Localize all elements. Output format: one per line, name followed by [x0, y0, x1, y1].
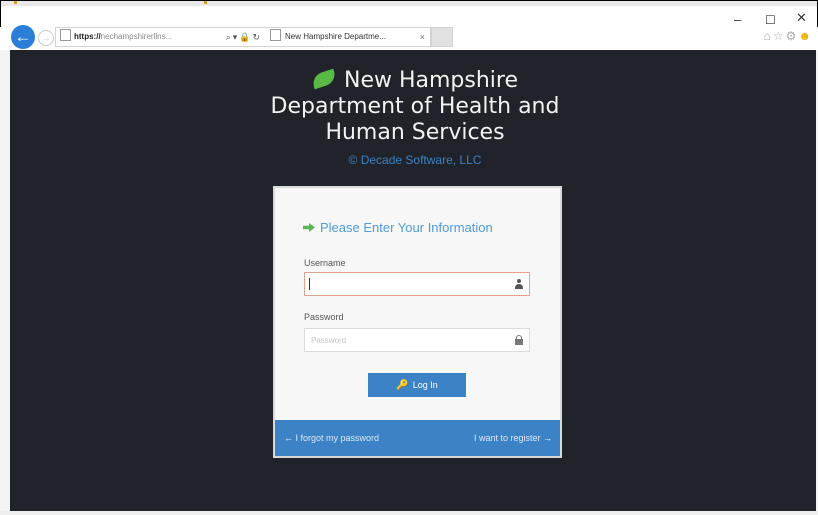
url-text: nechampshirerllns... [100, 32, 173, 41]
text-cursor [309, 278, 310, 290]
page-icon [60, 29, 71, 41]
taskbar-marker [14, 1, 17, 4]
address-bar[interactable]: https://nechampshirerllns... ⌕▾🔒↻ [55, 27, 267, 47]
toolbar-icons[interactable]: ⌂☆⚙☻ [764, 29, 813, 43]
close-window-button[interactable]: ✕ [796, 10, 807, 26]
login-heading-text: Please Enter Your Information [320, 220, 493, 235]
username-input[interactable] [305, 273, 507, 295]
login-button[interactable]: 🔑 Log In [368, 373, 466, 397]
forward-button[interactable]: → [38, 30, 54, 46]
new-tab-button[interactable] [431, 27, 453, 47]
password-field[interactable] [304, 328, 530, 352]
copyright-text: © Decade Software, LLC [348, 153, 482, 167]
register-link[interactable]: I want to register → [474, 420, 552, 456]
leaf-logo-icon [310, 68, 338, 90]
password-label: Password [304, 312, 344, 322]
bottom-taskbar-edge [0, 511, 818, 515]
arrow-left-icon: ← [284, 433, 293, 443]
back-button[interactable]: ← [11, 25, 35, 49]
settings-gear-icon[interactable]: ⚙ [786, 29, 799, 43]
search-lock-refresh-icon[interactable]: ⌕▾🔒↻ [226, 28, 262, 46]
url-scheme: https:// [74, 32, 101, 41]
password-input[interactable] [305, 329, 507, 351]
key-icon: 🔑 [396, 380, 409, 391]
home-icon[interactable]: ⌂ [764, 29, 773, 43]
feedback-smiley-icon[interactable]: ☻ [798, 29, 813, 43]
arrow-right-icon: → [543, 433, 552, 443]
browser-toolbar: ← → https://nechampshirerllns... ⌕▾🔒↻ Ne… [0, 6, 818, 50]
favorites-star-icon[interactable]: ☆ [773, 29, 786, 43]
forgot-password-link[interactable]: ← I forgot my password [284, 420, 379, 456]
browser-tab[interactable]: New Hampshire Departme... × [265, 27, 431, 47]
username-label: Username [304, 258, 346, 268]
register-text: I want to register [473, 433, 541, 443]
sign-in-icon [303, 223, 315, 232]
forgot-password-text: I forgot my password [295, 433, 380, 443]
login-card: Please Enter Your Information Username P… [273, 186, 562, 458]
minimize-button[interactable]: – [734, 12, 741, 27]
tab-close-icon[interactable]: × [420, 28, 425, 46]
tab-page-icon [270, 29, 281, 41]
maximize-button[interactable]: ☐ [765, 13, 776, 27]
username-field[interactable] [304, 272, 530, 296]
page-viewport: New Hampshire Department of Health and H… [10, 50, 816, 511]
user-icon [515, 279, 523, 289]
login-heading: Please Enter Your Information [303, 220, 493, 235]
lock-icon [515, 335, 523, 345]
login-card-footer: ← I forgot my password I want to registe… [275, 420, 560, 456]
login-button-label: Log In [412, 380, 438, 390]
site-title: New Hampshire Department of Health and H… [265, 68, 565, 146]
tab-title: New Hampshire Departme... [285, 32, 386, 41]
taskbar-marker [204, 1, 207, 4]
